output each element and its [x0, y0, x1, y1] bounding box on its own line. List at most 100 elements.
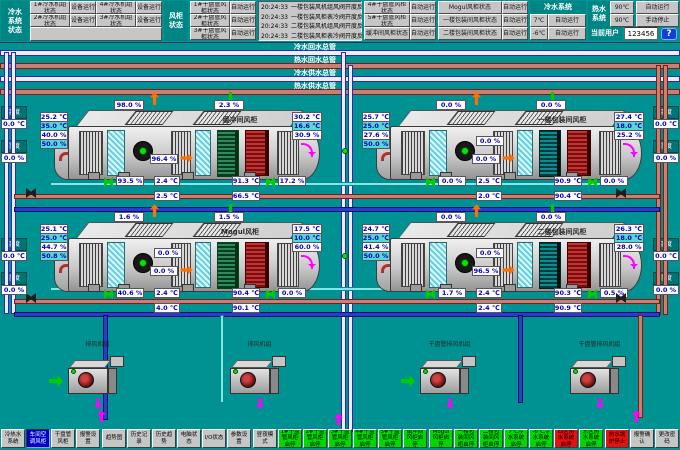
cooling-coil-panel — [107, 130, 125, 176]
outlet-duct — [272, 356, 286, 367]
fan-housing-top — [231, 360, 273, 368]
unit-status-value: 自动运行 — [410, 14, 436, 27]
unit-status-value: 自动运行 — [502, 1, 528, 14]
fan-cabinet-status-label-line: 风柜 — [169, 12, 183, 21]
unit-status-label: 4#干盘管风柜状态 — [364, 1, 410, 14]
water-temp-readout: 91.3 ℃ — [232, 176, 260, 186]
duct-elbow-icon — [59, 152, 68, 161]
help-button[interactable]: ? — [661, 28, 677, 40]
water-temp-readout: 2.4 ℃ — [154, 288, 180, 298]
grille-panel-icon — [171, 131, 191, 175]
toolbar-button-20[interactable]: 二楼包装间风柜启停 — [479, 429, 503, 448]
cold-water-status: 自动运行 — [548, 14, 586, 27]
toolbar-button-7[interactable]: 历史趋势 — [152, 429, 176, 448]
toolbar-button-2[interactable]: 车间空调风柜 — [26, 429, 50, 448]
toolbar-button-16[interactable]: 5#干盘管风柜启停 — [378, 429, 402, 448]
toolbar-button-27[interactable]: 更改密码 — [655, 429, 679, 448]
alarm-time: 20:24:33 — [261, 22, 291, 31]
cold-water-system-status-label-line: 状态 — [8, 26, 22, 35]
alarm-message: 一楼包装风机组风阀开度反馈故障 — [291, 3, 362, 12]
return-air-arrow-icon — [623, 143, 635, 157]
fan-cabinet-status-label: 风柜状态 — [164, 1, 188, 41]
water-temp-readout: 2.4 ℃ — [154, 176, 180, 186]
toolbar-button-5[interactable]: 趋势图 — [102, 429, 126, 448]
alarm-time: 20:24:33 — [261, 3, 291, 12]
pipe-label: 冷水供水总管 — [250, 68, 380, 77]
valve-opening-readout: 0.0 % — [438, 176, 466, 186]
cold-water-temp: -6℃ — [530, 27, 548, 40]
fan-status-light — [461, 147, 469, 155]
chiller-status-label: 4#冷水机组状态 — [96, 1, 136, 14]
ahu-name: 缓冲间风柜 — [170, 115, 310, 125]
grille-panel-icon — [79, 131, 103, 175]
valve-opening-readout: 93.5 % — [116, 176, 144, 186]
toolbar-button-17[interactable]: 缓冲间风柜启停 — [403, 429, 427, 448]
air-condition-readout: 50.8 % — [40, 251, 68, 261]
ahu-cabinet — [68, 238, 320, 292]
toolbar-button-6[interactable]: 历史记录 — [127, 429, 151, 448]
toolbar-button-13[interactable]: 2#干盘管风柜启停 — [303, 429, 327, 448]
hot-water-panel-title-line: 系统 — [592, 14, 606, 23]
toolbar-button-25[interactable]: 热水锅炉停止 — [605, 429, 629, 448]
outlet-duct — [462, 356, 476, 367]
current-user-value: 123456 — [624, 27, 658, 40]
toolbar-button-19[interactable]: 一楼包装间风柜启停 — [454, 429, 478, 448]
toolbar-button-4[interactable]: 报警设置 — [76, 429, 100, 448]
damper-actuator — [410, 172, 422, 180]
unit-status-label: 缓冲间风柜状态 — [364, 27, 410, 40]
fan-status-light — [423, 369, 428, 374]
alarm-list: 20:24:33一楼包装风机组风阀开度反馈故障20:24:33一楼包装风柜表冷阀… — [258, 1, 362, 41]
damper-readout: 1.5 % — [214, 212, 244, 222]
damper-readout: 0.0 % — [476, 248, 504, 258]
cold-water-system-status-label-line: 系统 — [8, 17, 22, 26]
top-status-bar: 冷水系统状态1#冷水机组状态设备运行4#冷水机组状态设备运行2#冷水机组状态设备… — [0, 0, 680, 43]
coil-block — [539, 130, 561, 177]
inflow-arrow-icon — [401, 375, 415, 387]
water-temp-readout: 2.5 ℃ — [154, 191, 180, 201]
outlet-duct — [110, 356, 124, 367]
flow-arrow-icon — [446, 398, 454, 409]
damper-readout: 0.0 % — [536, 100, 566, 110]
unit-status-label: 二楼包装间风柜状态 — [438, 27, 502, 40]
toolbar-button-24[interactable]: 东区热水系统启停 — [579, 429, 603, 448]
air-condition-readout: 50.0 % — [40, 139, 68, 149]
cold-water-system-status-label-line: 冷水 — [8, 8, 22, 17]
toolbar-button-12[interactable]: 1#干盘管风柜启停 — [278, 429, 302, 448]
ahu-4: 二楼包装间风柜0.0 %0.0 %24.7 ℃25.0 ℃41.4 %50.0 … — [352, 212, 674, 324]
toolbar-button-8[interactable]: 电脑状态 — [177, 429, 201, 448]
alarm-message: 二楼包装风机组风阀开度反馈故障 — [291, 22, 362, 31]
fan-status-light — [573, 369, 578, 374]
current-user-label: 当前用户 — [588, 27, 622, 40]
toolbar-button-26[interactable]: 报警确认 — [630, 429, 654, 448]
cold-water-system-status-label: 冷水系统状态 — [1, 1, 29, 41]
toolbar-button-14[interactable]: 3#干盘管风柜启停 — [328, 429, 352, 448]
toolbar-button-11[interactable]: 昼夜模式 — [253, 429, 277, 448]
hot-water-status: 自动运行 — [636, 1, 679, 14]
toolbar-button-15[interactable]: 4#干盘管风柜启停 — [353, 429, 377, 448]
coil-block — [539, 242, 561, 289]
ahu-cabinet — [390, 238, 642, 292]
water-temp-readout: 90.3 ℃ — [554, 288, 582, 298]
edge-sensor-value: 0.0 ℃ — [1, 251, 27, 261]
alarm-time: 20:24:33 — [261, 13, 291, 22]
toolbar-button-9[interactable]: I/O状态 — [202, 429, 226, 448]
heating-coil-block — [567, 130, 591, 176]
damper-actuator — [504, 172, 516, 180]
damper-readout: 0.0 % — [150, 266, 178, 276]
toolbar-button-23[interactable]: 西区热水系统启停 — [554, 429, 578, 448]
toolbar-button-1[interactable]: 冷热水系统 — [1, 429, 25, 448]
fan-status-light — [139, 147, 147, 155]
chilled-water-pipe — [220, 315, 224, 403]
filler-cell — [30, 27, 162, 41]
return-air-arrow-icon — [301, 143, 313, 157]
toolbar-button-22[interactable]: -6℃冷水系统启停 — [529, 429, 553, 448]
unit-status-label: Mogul风柜状态 — [438, 1, 502, 14]
damper-readout: 0.0 % — [154, 248, 182, 258]
toolbar-button-21[interactable]: 7℃冷水系统启停 — [504, 429, 528, 448]
toolbar-button-10[interactable]: 参数设置 — [227, 429, 251, 448]
unit-status-value: 自动运行 — [502, 27, 528, 40]
toolbar-button-18[interactable]: Mogul风柜启停 — [429, 429, 453, 448]
grille-panel-icon — [79, 243, 103, 287]
toolbar-button-3[interactable]: 干盘管风柜 — [51, 429, 75, 448]
fan-status-light — [461, 259, 469, 267]
